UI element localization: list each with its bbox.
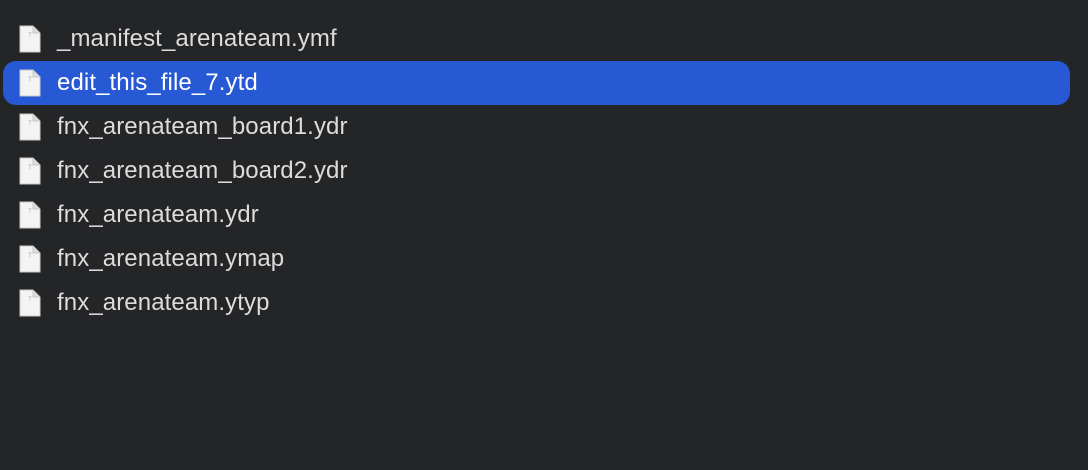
file-row[interactable]: ? _manifest_arenateam.ymf bbox=[0, 17, 1088, 61]
svg-text:?: ? bbox=[28, 163, 32, 171]
svg-text:?: ? bbox=[28, 295, 32, 303]
svg-text:?: ? bbox=[28, 75, 32, 83]
file-row[interactable]: ? fnx_arenateam_board1.ydr bbox=[0, 105, 1088, 149]
file-name: edit_this_file_7.ytd bbox=[57, 69, 258, 96]
file-name: fnx_arenateam_board1.ydr bbox=[57, 113, 348, 140]
generic-document-icon: ? bbox=[19, 289, 41, 317]
svg-text:?: ? bbox=[28, 119, 32, 127]
generic-document-icon: ? bbox=[19, 157, 41, 185]
generic-document-icon: ? bbox=[19, 201, 41, 229]
file-list: ? _manifest_arenateam.ymf ? edit_this_fi… bbox=[0, 17, 1088, 325]
file-name: fnx_arenateam.ytyp bbox=[57, 289, 270, 316]
generic-document-icon: ? bbox=[19, 113, 41, 141]
file-name: _manifest_arenateam.ymf bbox=[57, 25, 337, 52]
svg-text:?: ? bbox=[28, 31, 32, 39]
file-row[interactable]: ? fnx_arenateam.ydr bbox=[0, 193, 1088, 237]
generic-document-icon: ? bbox=[19, 69, 41, 97]
svg-text:?: ? bbox=[28, 207, 32, 215]
svg-text:?: ? bbox=[28, 251, 32, 259]
file-name: fnx_arenateam_board2.ydr bbox=[57, 157, 348, 184]
file-row[interactable]: ? fnx_arenateam.ymap bbox=[0, 237, 1088, 281]
generic-document-icon: ? bbox=[19, 25, 41, 53]
file-name: fnx_arenateam.ydr bbox=[57, 201, 259, 228]
generic-document-icon: ? bbox=[19, 245, 41, 273]
file-row[interactable]: ? fnx_arenateam_board2.ydr bbox=[0, 149, 1088, 193]
file-name: fnx_arenateam.ymap bbox=[57, 245, 285, 272]
file-row[interactable]: ? fnx_arenateam.ytyp bbox=[0, 281, 1088, 325]
file-row-selected[interactable]: ? edit_this_file_7.ytd bbox=[0, 61, 1088, 105]
